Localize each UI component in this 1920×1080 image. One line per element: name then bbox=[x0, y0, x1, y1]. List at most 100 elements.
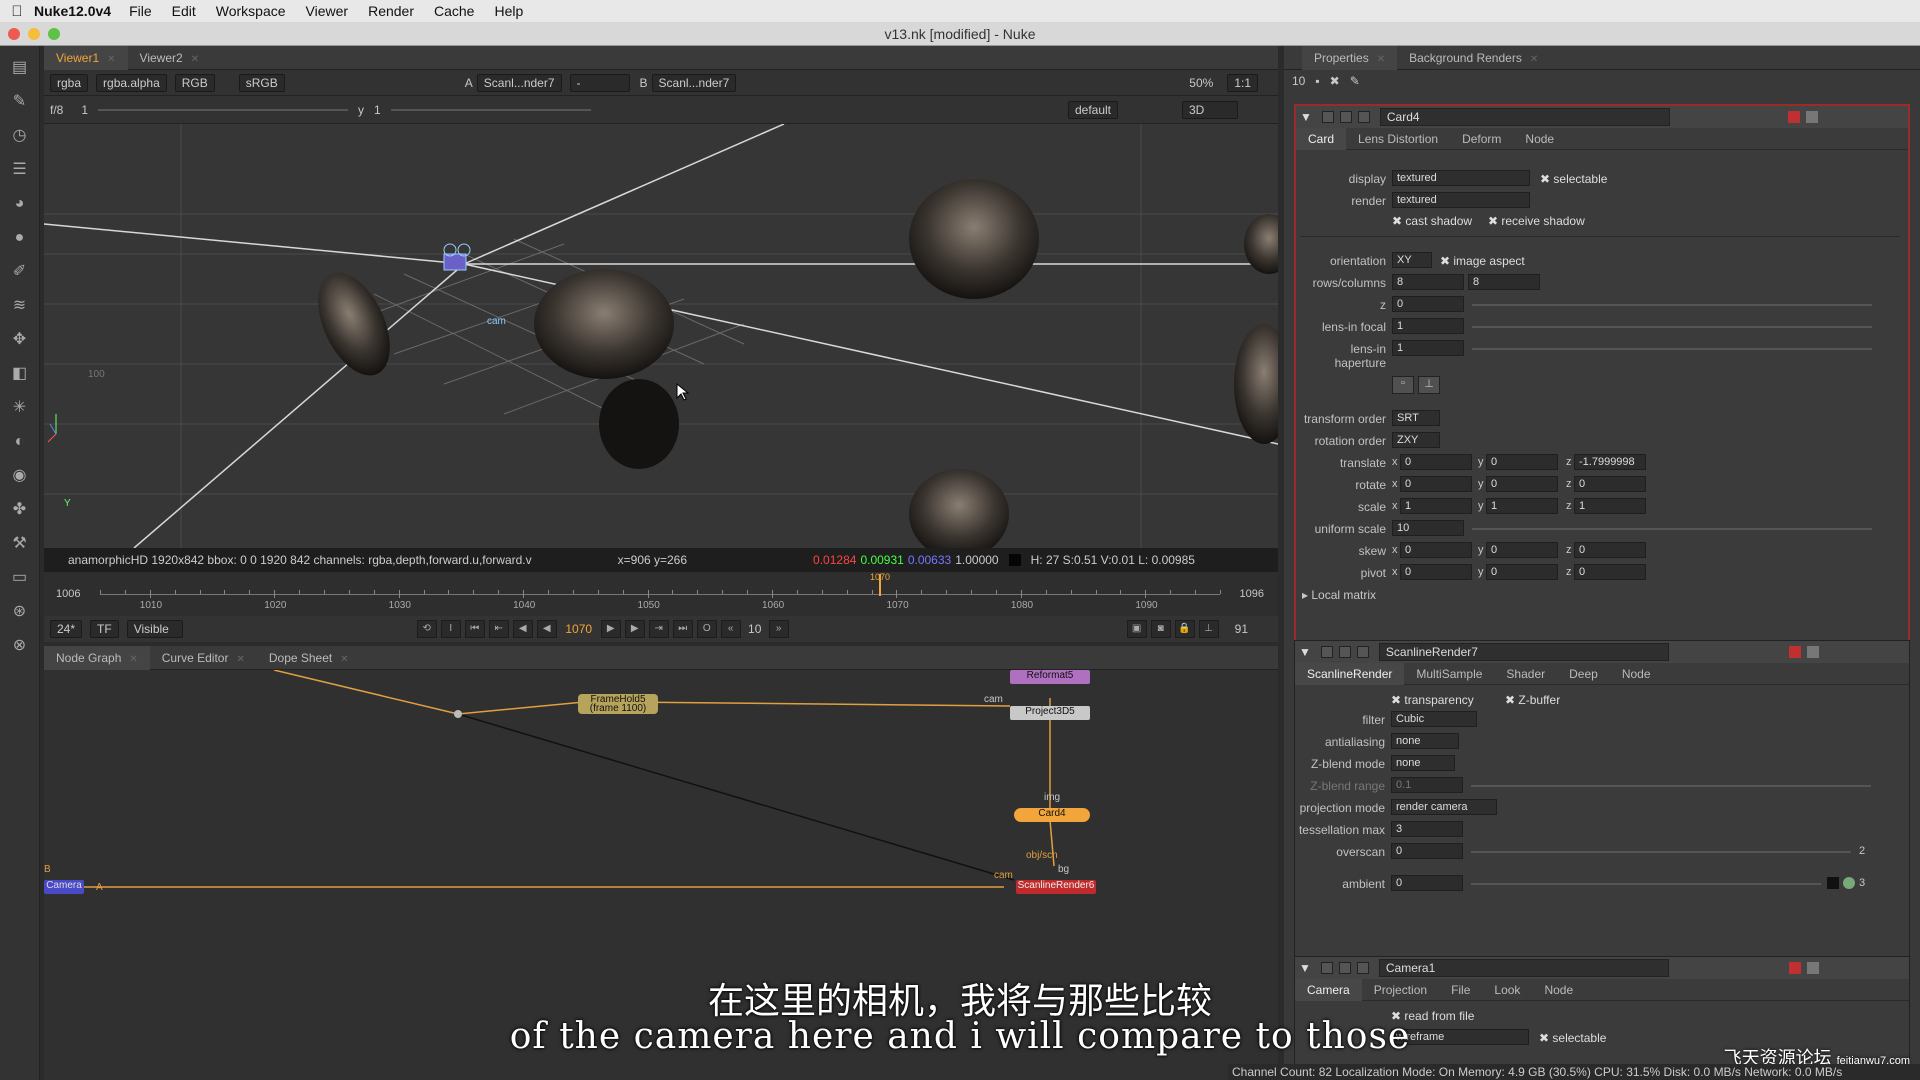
menu-viewer[interactable]: Viewer bbox=[306, 3, 349, 19]
tab-curve-editor[interactable]: Curve Editor ✕ bbox=[150, 646, 257, 670]
lens-focal-slider[interactable] bbox=[1472, 326, 1872, 328]
local-matrix-toggle[interactable]: ▸ Local matrix bbox=[1302, 588, 1376, 602]
tab-viewer2[interactable]: Viewer2 ✕ bbox=[128, 46, 212, 70]
node-color-button[interactable] bbox=[1789, 646, 1801, 658]
first-frame-button[interactable]: ⏮ bbox=[464, 620, 485, 638]
node-color-button[interactable] bbox=[1788, 111, 1800, 123]
flipbook-icon[interactable]: ▣ bbox=[1126, 620, 1147, 638]
node-framehold[interactable]: FrameHold5 (frame 1100) bbox=[578, 694, 658, 714]
time-icon[interactable]: ◷ bbox=[8, 124, 32, 148]
float-icon[interactable] bbox=[1338, 646, 1351, 658]
orientation-dropdown[interactable]: XY bbox=[1392, 252, 1432, 268]
image-aspect-checkbox[interactable]: ✖ image aspect bbox=[1440, 254, 1525, 268]
gamma-value[interactable]: 1 bbox=[374, 103, 381, 117]
node-reformat[interactable]: Reformat5 bbox=[1010, 670, 1090, 684]
tf-dropdown[interactable]: TF bbox=[90, 620, 119, 638]
tab-scanlinerender[interactable]: ScanlineRender bbox=[1295, 662, 1405, 685]
node-camera[interactable]: Camera bbox=[44, 880, 84, 894]
lut-dropdown[interactable]: sRGB bbox=[238, 73, 285, 92]
tab-lens-distortion[interactable]: Lens Distortion bbox=[1346, 132, 1450, 146]
overscan-slider[interactable] bbox=[1471, 851, 1851, 853]
node-card4[interactable]: Card4 bbox=[1014, 808, 1090, 822]
receive-shadow-checkbox[interactable]: ✖ receive shadow bbox=[1488, 214, 1585, 228]
timeline-end[interactable]: 1096 bbox=[1240, 588, 1264, 600]
menu-render[interactable]: Render bbox=[368, 3, 414, 19]
translate-z-field[interactable]: -1.7999998 bbox=[1574, 454, 1646, 470]
ratio-dropdown[interactable]: 1:1 bbox=[1227, 73, 1258, 92]
a-input-dropdown[interactable]: Scanl...nder7 bbox=[476, 73, 562, 92]
display-dropdown[interactable]: RGB bbox=[174, 73, 215, 92]
menu-edit[interactable]: Edit bbox=[172, 3, 196, 19]
tessellation-field[interactable]: 3 bbox=[1391, 821, 1463, 837]
close-icon[interactable]: ✕ bbox=[340, 654, 348, 665]
play-backward-button[interactable]: ◀ bbox=[536, 620, 557, 638]
z-field[interactable]: 0 bbox=[1392, 296, 1464, 312]
scale-y-field[interactable]: 1 bbox=[1486, 498, 1558, 514]
cara-icon[interactable]: ⊗ bbox=[8, 634, 32, 658]
tab-dope-sheet[interactable]: Dope Sheet ✕ bbox=[257, 646, 361, 670]
tab-node-graph[interactable]: Node Graph ✕ bbox=[44, 645, 150, 670]
channels-dropdown[interactable]: rgba bbox=[50, 73, 89, 92]
translate-y-field[interactable]: 0 bbox=[1486, 454, 1558, 470]
clear-icon[interactable]: ✖ bbox=[1330, 74, 1340, 88]
node-icon[interactable] bbox=[1320, 646, 1333, 658]
close-icon[interactable]: ✕ bbox=[236, 654, 244, 665]
timeline[interactable]: 1006 1096 1010 1020 1030 1040 1050 1060 1070 10… bbox=[44, 572, 1278, 618]
columns-field[interactable]: 8 bbox=[1468, 274, 1540, 290]
scale-z-field[interactable]: 1 bbox=[1574, 498, 1646, 514]
font-color-button[interactable] bbox=[1806, 111, 1818, 123]
play-forward-button[interactable]: ▶ bbox=[600, 620, 621, 638]
minimize-window-button[interactable] bbox=[28, 28, 40, 40]
visible-dropdown[interactable]: Visible bbox=[126, 620, 183, 638]
rotate-x-field[interactable]: 0 bbox=[1400, 476, 1472, 492]
render-dropdown[interactable]: textured bbox=[1392, 192, 1530, 208]
float-icon[interactable] bbox=[1339, 111, 1352, 123]
lens-haperture-field[interactable]: 1 bbox=[1392, 340, 1464, 356]
views-icon[interactable]: ◉ bbox=[8, 464, 32, 488]
tab-viewer1[interactable]: Viewer1 ✕ bbox=[44, 45, 128, 70]
camera-icon[interactable] bbox=[443, 253, 467, 271]
transform-order-dropdown[interactable]: SRT bbox=[1392, 410, 1440, 426]
transparency-checkbox[interactable]: ✖ transparency bbox=[1391, 693, 1474, 707]
max-panels-field[interactable]: 10 bbox=[1292, 74, 1305, 88]
fps-dropdown[interactable]: 24* bbox=[50, 620, 83, 638]
zoom-level[interactable]: 50% bbox=[1189, 76, 1213, 90]
3d-icon[interactable]: ◧ bbox=[8, 362, 32, 386]
scale-x-field[interactable]: 1 bbox=[1400, 498, 1472, 514]
app-name[interactable]: Nuke12.0v4 bbox=[34, 3, 111, 19]
skew-x-field[interactable]: 0 bbox=[1400, 542, 1472, 558]
pencil-icon[interactable]: ✎ bbox=[1350, 74, 1360, 88]
tab-shader[interactable]: Shader bbox=[1494, 667, 1557, 681]
overscan-dims[interactable]: 2 bbox=[1859, 845, 1865, 857]
furnace-icon[interactable]: ⊛ bbox=[8, 600, 32, 624]
collapse-icon[interactable]: ▼ bbox=[1299, 645, 1311, 659]
pivot-x-field[interactable]: 0 bbox=[1400, 564, 1472, 580]
rotate-z-field[interactable]: 0 bbox=[1574, 476, 1646, 492]
tab-multisample[interactable]: MultiSample bbox=[1404, 667, 1494, 681]
overscan-field[interactable]: 0 bbox=[1391, 843, 1463, 859]
card4-name-field[interactable]: Card4 bbox=[1379, 108, 1670, 126]
view-dropdown[interactable]: default bbox=[1067, 100, 1118, 119]
node-icon[interactable] bbox=[1321, 111, 1334, 123]
close-icon[interactable]: ✕ bbox=[107, 54, 115, 65]
lock-icon[interactable]: 🔒 bbox=[1174, 620, 1195, 638]
other-icon[interactable]: ▭ bbox=[8, 566, 32, 590]
wrench-icon[interactable] bbox=[1356, 646, 1369, 658]
selectable-checkbox[interactable]: ✖ selectable bbox=[1540, 172, 1607, 186]
out-point-button[interactable]: O bbox=[696, 620, 717, 638]
last-frame-button[interactable]: ⏭ bbox=[672, 620, 693, 638]
menu-file[interactable]: File bbox=[129, 3, 152, 19]
next-keyframe-button[interactable]: ⇥ bbox=[648, 620, 669, 638]
node-project3d[interactable]: Project3D5 bbox=[1010, 706, 1090, 720]
rotate-y-field[interactable]: 0 bbox=[1486, 476, 1558, 492]
channel-icon[interactable]: ☰ bbox=[8, 158, 32, 182]
tab-deep[interactable]: Deep bbox=[1557, 667, 1610, 681]
tab-deform[interactable]: Deform bbox=[1450, 132, 1513, 146]
capture-icon[interactable]: ◙ bbox=[1150, 620, 1171, 638]
zbuffer-checkbox[interactable]: ✖ Z-buffer bbox=[1505, 693, 1560, 707]
lens-haperture-slider[interactable] bbox=[1472, 348, 1872, 350]
a-op-dropdown[interactable]: - bbox=[569, 73, 630, 92]
menu-help[interactable]: Help bbox=[494, 3, 523, 19]
zblend-range-field[interactable]: 0.1 bbox=[1391, 777, 1463, 793]
keyer-icon[interactable]: ✐ bbox=[8, 260, 32, 284]
